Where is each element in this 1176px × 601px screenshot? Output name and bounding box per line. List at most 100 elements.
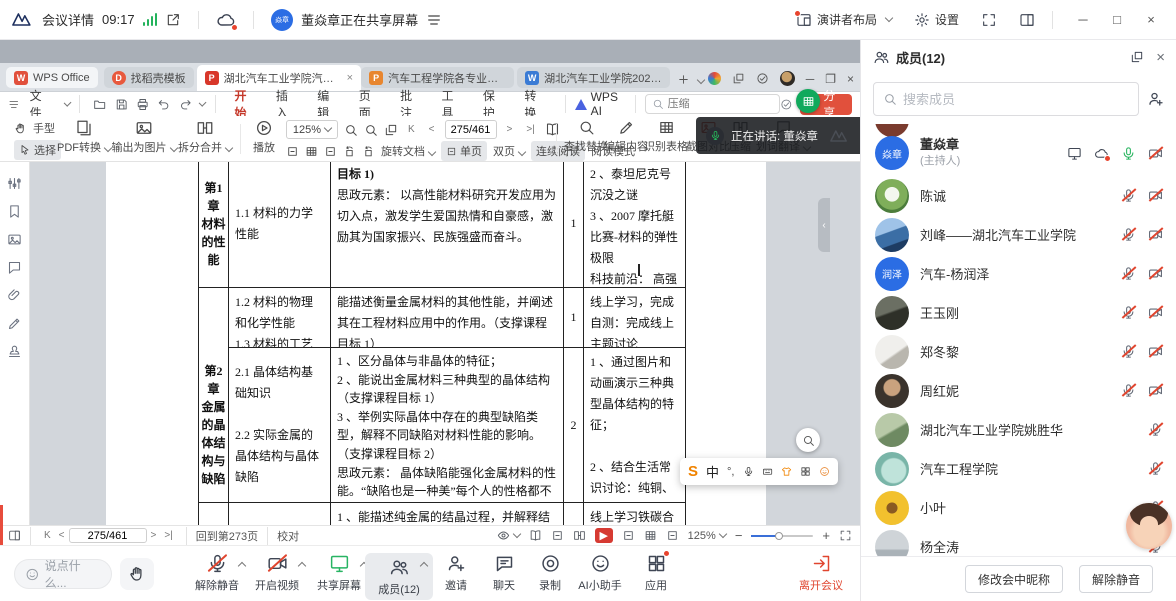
members-list[interactable]: 焱章 董焱章 (主持人) 陈诚 刘峰——湖北汽车工业学院 (861, 124, 1176, 556)
redo-icon[interactable] (179, 97, 192, 112)
crop-icon[interactable] (305, 145, 318, 158)
wps-search-box[interactable] (645, 94, 780, 114)
rotate-right-icon[interactable] (362, 145, 375, 158)
zoom-plus-button[interactable]: + (822, 528, 830, 543)
theme-icon[interactable] (708, 72, 721, 85)
member-search-box[interactable] (873, 82, 1139, 116)
single-page-toggle[interactable]: 单页 (441, 141, 487, 161)
sidebar-toggle-icon[interactable] (8, 529, 21, 542)
fit-page-icon[interactable] (384, 123, 398, 137)
wps-close-icon[interactable]: × (847, 72, 854, 86)
slideshow-play-button[interactable]: ▶ (595, 528, 613, 543)
split-merge-button[interactable]: 拆分合并 (176, 119, 234, 155)
ime-toolbox-icon[interactable] (800, 465, 811, 478)
prev-page-button[interactable]: < (59, 530, 65, 541)
rename-button[interactable]: 修改会中昵称 (965, 565, 1063, 593)
continuous-view-icon[interactable] (529, 529, 542, 542)
zoom-slider[interactable] (751, 535, 813, 537)
settings-button[interactable]: 设置 (914, 11, 959, 28)
switch-share-icon[interactable] (426, 12, 442, 28)
wps-ai-button[interactable]: WPS AI (575, 90, 626, 118)
unmute-button[interactable]: 解除静音 (183, 553, 251, 593)
pdf-convert-button[interactable]: PDF转换 (56, 119, 112, 155)
member-row[interactable]: 周红妮 (861, 371, 1176, 410)
back-to-page-button[interactable]: 回到第273页 (196, 528, 258, 544)
minimize-button[interactable]: ─ (1070, 12, 1096, 27)
panel-collapse-handle[interactable]: ‹ (818, 198, 830, 252)
close-panel-icon[interactable]: × (1156, 49, 1165, 66)
print-icon[interactable] (136, 97, 149, 112)
cloud-record-icon[interactable] (216, 10, 236, 30)
status-page-box[interactable] (69, 528, 147, 543)
layout-switcher[interactable]: 演讲者布局 (796, 11, 892, 28)
wps-home-tab[interactable]: WWPS Office (6, 67, 98, 88)
prev-page-button[interactable]: < (429, 124, 435, 135)
wps-search-input[interactable] (668, 98, 768, 110)
zoom-out-icon[interactable] (344, 123, 358, 137)
attachment-icon[interactable] (7, 288, 22, 303)
ime-lang-toggle[interactable]: 中 (706, 462, 719, 481)
ime-skin-icon[interactable] (781, 465, 792, 478)
last-page-button[interactable]: >| (164, 530, 172, 541)
fit-height-icon[interactable] (666, 529, 679, 542)
single-page-view-icon[interactable] (551, 529, 564, 542)
wps-ppt-tab[interactable]: P汽车工程学院各专业课程体系汇总版 (361, 67, 514, 88)
comment-icon[interactable] (7, 260, 22, 275)
status-zoom-value[interactable]: 125% (688, 530, 726, 542)
fit-width-icon[interactable] (622, 529, 635, 542)
member-search-input[interactable] (903, 92, 1129, 107)
sogou-logo[interactable]: S (688, 463, 698, 480)
hand-tool[interactable]: 手型 (14, 120, 55, 136)
view-eye-button[interactable] (497, 529, 520, 542)
meeting-details-link[interactable]: 会议详情 (42, 10, 94, 29)
ime-toolbar[interactable]: S 中 °, (680, 458, 838, 485)
wps-word-tab[interactable]: W湖北汽车工业学院2026版本科专业人 (517, 67, 670, 88)
last-page-button[interactable]: >| (526, 124, 534, 135)
start-video-button[interactable]: 开启视频 (243, 553, 311, 593)
member-row[interactable]: 郑冬黎 (861, 332, 1176, 371)
member-row[interactable]: 刘峰——湖北汽车工业学院 (861, 215, 1176, 254)
select-tool[interactable]: 选择 (14, 140, 61, 160)
save-icon[interactable] (115, 97, 128, 112)
fullscreen-icon[interactable] (981, 12, 997, 28)
wps-account-avatar[interactable] (780, 71, 795, 86)
popout-panel-icon[interactable] (1130, 50, 1144, 64)
thumbnail-icon[interactable] (7, 232, 22, 247)
fit-page-icon[interactable] (644, 529, 657, 542)
sync-check-icon[interactable] (780, 97, 793, 112)
member-row-host[interactable]: 焱章 董焱章 (主持人) (861, 130, 1176, 176)
fullscreen-toggle-icon[interactable] (839, 529, 852, 542)
panel-unmute-button[interactable]: 解除静音 (1079, 565, 1153, 593)
wps-docer-tab[interactable]: D找稻壳模板 (104, 67, 194, 88)
proofread-button[interactable]: 校对 (277, 528, 299, 544)
ime-keyboard-icon[interactable] (762, 465, 773, 478)
zoom-select[interactable]: 125% (286, 120, 338, 139)
member-row[interactable]: 陈诚 (861, 176, 1176, 215)
self-avatar-floating[interactable] (1126, 503, 1172, 549)
page-box-icon[interactable] (324, 145, 337, 158)
member-row[interactable]: 王玉刚 (861, 293, 1176, 332)
add-member-icon[interactable] (1147, 90, 1165, 108)
tab-list-chevron[interactable] (697, 76, 705, 84)
new-tab-icon[interactable] (677, 73, 690, 86)
windows-stack-icon[interactable] (732, 72, 745, 85)
next-page-button[interactable]: > (151, 530, 157, 541)
ime-emoji-icon[interactable] (819, 465, 830, 478)
member-row[interactable]: 汽车工程学院 (861, 449, 1176, 488)
wps-restore-icon[interactable]: ❐ (825, 72, 836, 86)
ime-punct-toggle[interactable]: °, (727, 466, 734, 478)
adjust-panel-icon[interactable] (7, 176, 22, 191)
table-extract-fab[interactable] (796, 89, 820, 113)
leave-meeting-button[interactable]: 离开会议 (786, 553, 856, 593)
double-page-toggle[interactable]: 双页 (493, 143, 525, 159)
maximize-button[interactable]: □ (1104, 12, 1130, 27)
play-button[interactable]: 播放 (246, 119, 282, 155)
page-number-box[interactable] (445, 120, 497, 139)
magnifier-fab[interactable] (796, 428, 820, 452)
share-screen-button[interactable]: 共享屏幕 (305, 553, 373, 593)
first-page-button[interactable]: K (408, 124, 415, 135)
export-share-icon[interactable] (165, 12, 181, 28)
quick-chat-input[interactable]: 说点什么... (14, 559, 112, 589)
hamburger-icon[interactable] (8, 98, 20, 111)
open-folder-icon[interactable] (93, 97, 106, 112)
